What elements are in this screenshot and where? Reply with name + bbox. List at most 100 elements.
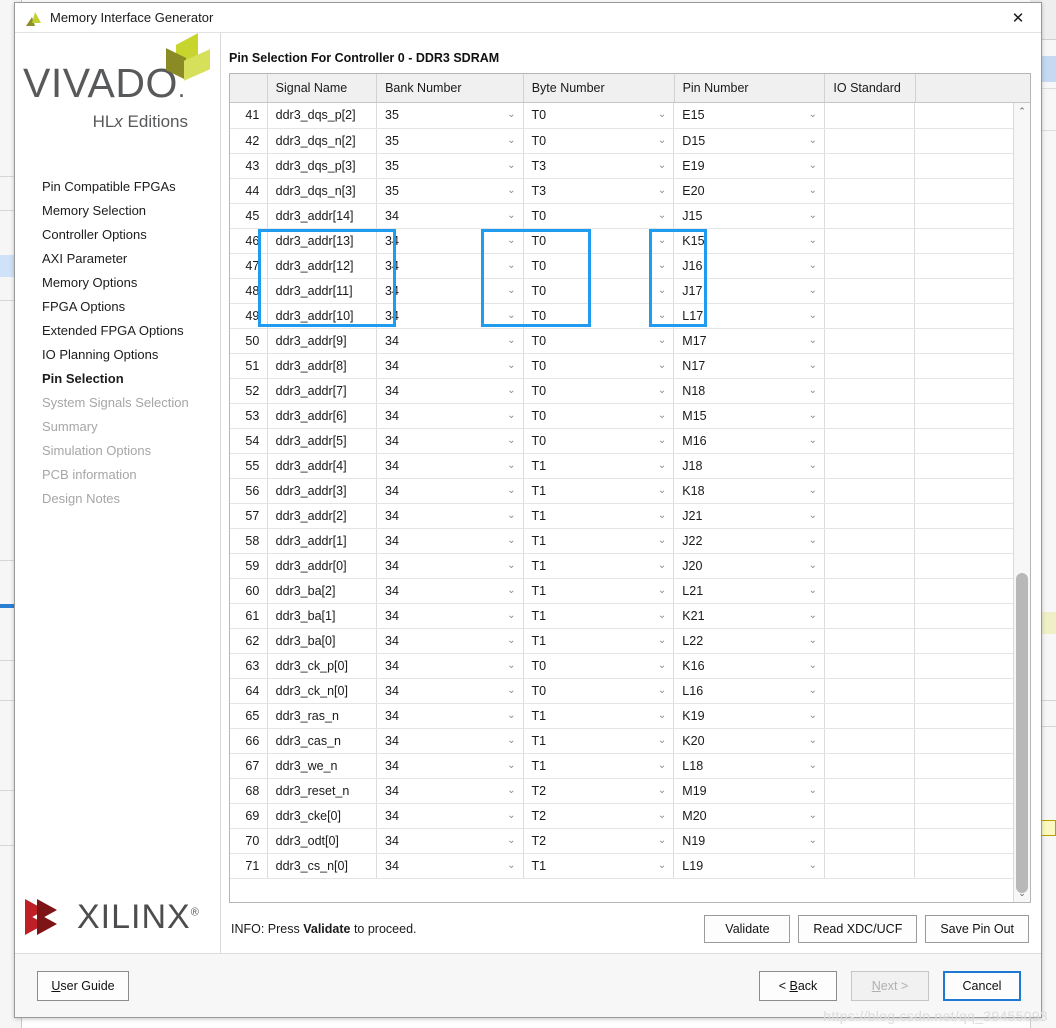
chevron-down-icon[interactable]: ⌄	[809, 360, 817, 371]
bank-number-cell[interactable]: 34 ⌄	[376, 328, 524, 354]
io-standard-cell[interactable]	[824, 803, 916, 829]
pin-number-cell[interactable]: L17 ⌄	[673, 303, 826, 329]
bank-number-cell[interactable]: 34 ⌄	[376, 853, 524, 879]
pin-number-cell[interactable]: M15 ⌄	[673, 403, 826, 429]
read-xdc-ucf-button[interactable]: Read XDC/UCF	[798, 915, 918, 943]
pin-number-cell[interactable]: L16 ⌄	[673, 678, 826, 704]
table-row[interactable]: 55 ddr3_addr[4] 34 ⌄ T1 ⌄ J18 ⌄	[230, 453, 1030, 479]
pin-number-cell[interactable]: J18 ⌄	[673, 453, 826, 479]
table-row[interactable]: 68 ddr3_reset_n 34 ⌄ T2 ⌄ M19 ⌄	[230, 778, 1030, 804]
chevron-down-icon[interactable]: ⌄	[507, 160, 515, 171]
io-standard-cell[interactable]	[824, 128, 916, 154]
chevron-down-icon[interactable]: ⌄	[809, 685, 817, 696]
chevron-down-icon[interactable]: ⌄	[507, 185, 515, 196]
byte-number-cell[interactable]: T1 ⌄	[523, 728, 675, 754]
byte-number-cell[interactable]: T0 ⌄	[523, 228, 675, 254]
bank-number-cell[interactable]: 34 ⌄	[376, 403, 524, 429]
byte-number-cell[interactable]: T0 ⌄	[523, 128, 675, 154]
chevron-down-icon[interactable]: ⌄	[809, 385, 817, 396]
io-standard-cell[interactable]	[824, 403, 916, 429]
chevron-down-icon[interactable]: ⌄	[658, 260, 666, 271]
io-standard-cell[interactable]	[824, 578, 916, 604]
io-standard-cell[interactable]	[824, 678, 916, 704]
io-standard-cell[interactable]	[824, 503, 916, 529]
pin-number-cell[interactable]: M20 ⌄	[673, 803, 826, 829]
bank-number-cell[interactable]: 34 ⌄	[376, 603, 524, 629]
io-standard-cell[interactable]	[824, 228, 916, 254]
byte-number-cell[interactable]: T1 ⌄	[523, 603, 675, 629]
bank-number-cell[interactable]: 34 ⌄	[376, 578, 524, 604]
chevron-down-icon[interactable]: ⌄	[809, 635, 817, 646]
chevron-down-icon[interactable]: ⌄	[507, 710, 515, 721]
bank-number-cell[interactable]: 34 ⌄	[376, 353, 524, 379]
chevron-down-icon[interactable]: ⌄	[658, 135, 666, 146]
pin-number-cell[interactable]: L18 ⌄	[673, 753, 826, 779]
table-row[interactable]: 65 ddr3_ras_n 34 ⌄ T1 ⌄ K19 ⌄	[230, 703, 1030, 729]
chevron-down-icon[interactable]: ⌄	[507, 510, 515, 521]
sidebar-item-axi-parameter[interactable]: AXI Parameter	[42, 247, 220, 271]
table-row[interactable]: 70 ddr3_odt[0] 34 ⌄ T2 ⌄ N19 ⌄	[230, 828, 1030, 854]
table-row[interactable]: 56 ddr3_addr[3] 34 ⌄ T1 ⌄ K18 ⌄	[230, 478, 1030, 504]
sidebar-item-extended-fpga-options[interactable]: Extended FPGA Options	[42, 319, 220, 343]
chevron-down-icon[interactable]: ⌄	[658, 510, 666, 521]
bank-number-cell[interactable]: 35 ⌄	[376, 178, 524, 204]
chevron-down-icon[interactable]: ⌄	[658, 335, 666, 346]
bank-number-cell[interactable]: 34 ⌄	[376, 778, 524, 804]
byte-number-cell[interactable]: T0 ⌄	[523, 303, 675, 329]
io-standard-cell[interactable]	[824, 478, 916, 504]
chevron-down-icon[interactable]: ⌄	[809, 160, 817, 171]
chevron-down-icon[interactable]: ⌄	[507, 485, 515, 496]
byte-number-cell[interactable]: T0 ⌄	[523, 203, 675, 229]
sidebar-item-pin-compatible-fpgas[interactable]: Pin Compatible FPGAs	[42, 175, 220, 199]
io-standard-cell[interactable]	[824, 103, 916, 129]
byte-number-cell[interactable]: T1 ⌄	[523, 703, 675, 729]
byte-number-cell[interactable]: T1 ⌄	[523, 503, 675, 529]
byte-number-cell[interactable]: T1 ⌄	[523, 453, 675, 479]
chevron-down-icon[interactable]: ⌄	[658, 385, 666, 396]
pin-number-cell[interactable]: E19 ⌄	[673, 153, 826, 179]
pin-number-cell[interactable]: E20 ⌄	[673, 178, 826, 204]
table-row[interactable]: 51 ddr3_addr[8] 34 ⌄ T0 ⌄ N17 ⌄	[230, 353, 1030, 379]
pin-number-cell[interactable]: N17 ⌄	[673, 353, 826, 379]
chevron-down-icon[interactable]: ⌄	[507, 110, 515, 120]
table-row[interactable]: 60 ddr3_ba[2] 34 ⌄ T1 ⌄ L21 ⌄	[230, 578, 1030, 604]
column-header-signal-name[interactable]: Signal Name	[267, 74, 378, 103]
table-row[interactable]: 69 ddr3_cke[0] 34 ⌄ T2 ⌄ M20 ⌄	[230, 803, 1030, 829]
chevron-down-icon[interactable]: ⌄	[507, 435, 515, 446]
pin-number-cell[interactable]: D15 ⌄	[673, 128, 826, 154]
bank-number-cell[interactable]: 34 ⌄	[376, 753, 524, 779]
pin-number-cell[interactable]: L21 ⌄	[673, 578, 826, 604]
column-header-bank-number[interactable]: Bank Number	[376, 74, 524, 103]
bank-number-cell[interactable]: 34 ⌄	[376, 553, 524, 579]
pin-number-cell[interactable]: N19 ⌄	[673, 828, 826, 854]
chevron-down-icon[interactable]: ⌄	[507, 210, 515, 221]
byte-number-cell[interactable]: T1 ⌄	[523, 578, 675, 604]
chevron-down-icon[interactable]: ⌄	[507, 460, 515, 471]
pin-number-cell[interactable]: E15 ⌄	[673, 103, 826, 129]
byte-number-cell[interactable]: T0 ⌄	[523, 353, 675, 379]
byte-number-cell[interactable]: T1 ⌄	[523, 628, 675, 654]
chevron-down-icon[interactable]: ⌄	[809, 310, 817, 321]
chevron-down-icon[interactable]: ⌄	[809, 435, 817, 446]
chevron-down-icon[interactable]: ⌄	[809, 485, 817, 496]
bank-number-cell[interactable]: 34 ⌄	[376, 653, 524, 679]
bank-number-cell[interactable]: 34 ⌄	[376, 203, 524, 229]
table-row[interactable]: 44 ddr3_dqs_n[3] 35 ⌄ T3 ⌄ E20 ⌄	[230, 178, 1030, 204]
chevron-down-icon[interactable]: ⌄	[658, 660, 666, 671]
pin-number-cell[interactable]: K19 ⌄	[673, 703, 826, 729]
chevron-down-icon[interactable]: ⌄	[507, 310, 515, 321]
byte-number-cell[interactable]: T0 ⌄	[523, 428, 675, 454]
bank-number-cell[interactable]: 34 ⌄	[376, 453, 524, 479]
chevron-down-icon[interactable]: ⌄	[507, 335, 515, 346]
chevron-down-icon[interactable]: ⌄	[507, 735, 515, 746]
chevron-down-icon[interactable]: ⌄	[507, 635, 515, 646]
chevron-down-icon[interactable]: ⌄	[658, 210, 666, 221]
chevron-down-icon[interactable]: ⌄	[658, 610, 666, 621]
cancel-button[interactable]: Cancel	[943, 970, 1021, 1001]
back-button[interactable]: < Back	[759, 970, 837, 1001]
chevron-down-icon[interactable]: ⌄	[507, 135, 515, 146]
chevron-down-icon[interactable]: ⌄	[809, 585, 817, 596]
pin-number-cell[interactable]: J20 ⌄	[673, 553, 826, 579]
bank-number-cell[interactable]: 34 ⌄	[376, 303, 524, 329]
bank-number-cell[interactable]: 34 ⌄	[376, 528, 524, 554]
